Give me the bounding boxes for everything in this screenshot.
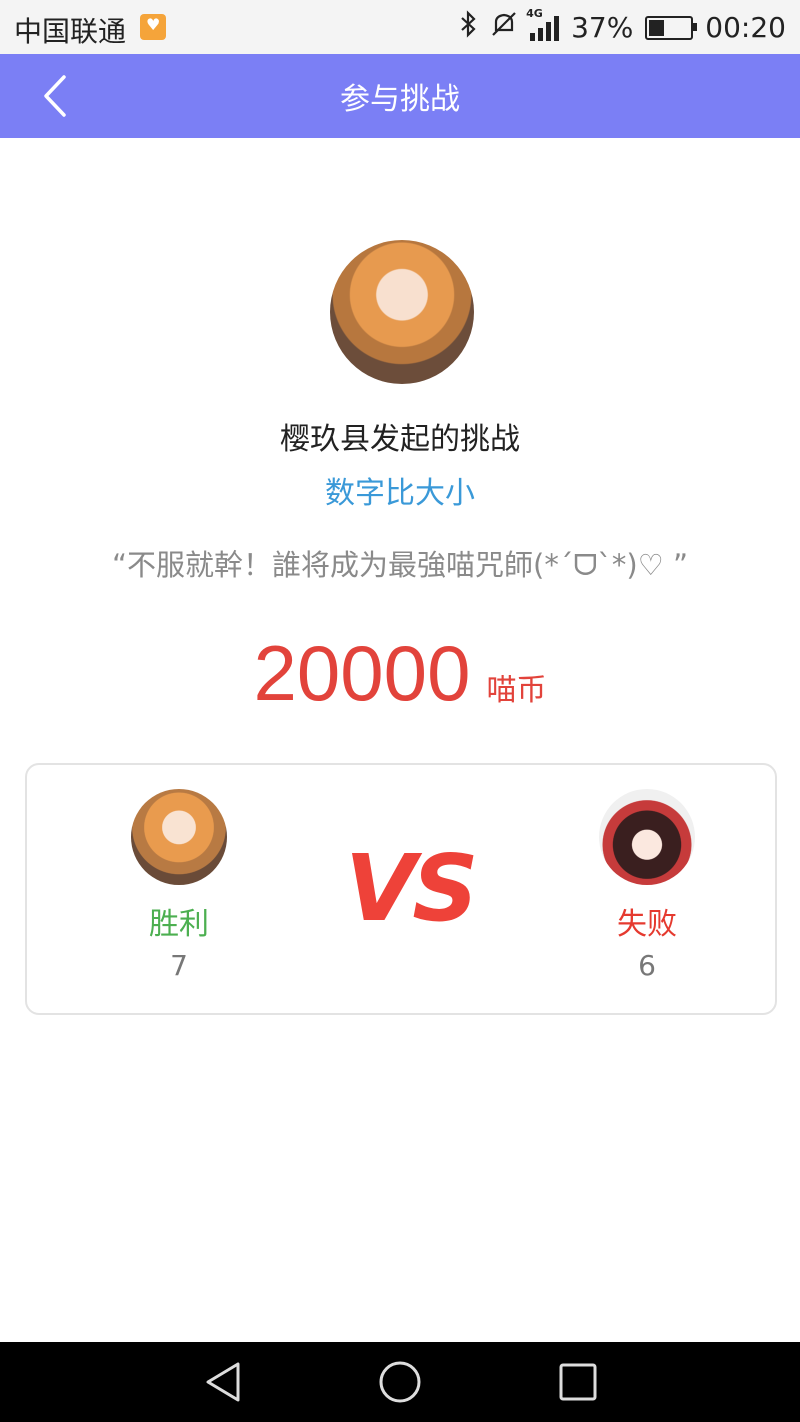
game-type: 数字比大小: [325, 476, 475, 511]
status-bar: 中国联通 4G 37% 00:20: [0, 0, 800, 54]
status-icons: 4G 37% 00:20: [460, 7, 786, 45]
reward-amount: 20000: [253, 629, 471, 717]
challenge-slogan: “不服就幹！誰将成为最強喵咒師(*ˊᗜˋ*)♡ ”: [112, 548, 688, 582]
signal-icon: 4G: [526, 7, 560, 41]
vs-icon: VS: [345, 835, 478, 942]
bluetooth-icon: [460, 10, 478, 45]
system-nav-bar: [0, 1342, 800, 1422]
lose-count: 6: [638, 949, 656, 982]
challenger-avatar[interactable]: [330, 240, 474, 384]
reward: 20000 喵币: [0, 628, 800, 719]
circle-home-icon: [379, 1361, 421, 1403]
nav-back-button[interactable]: [200, 1360, 248, 1404]
left-player-avatar[interactable]: [131, 789, 227, 885]
nav-home-button[interactable]: [376, 1360, 424, 1404]
carrier-name: 中国联通: [14, 15, 127, 48]
battery-icon: [645, 15, 698, 40]
reward-unit: 喵币: [486, 673, 547, 708]
win-label: 胜利: [149, 907, 209, 942]
clock: 00:20: [705, 11, 786, 44]
right-player: 失败 6: [587, 789, 707, 982]
mute-icon: [490, 10, 518, 45]
lose-label: 失败: [617, 907, 677, 942]
triangle-back-icon: [206, 1362, 240, 1402]
page-title: 参与挑战: [340, 82, 460, 117]
right-player-avatar[interactable]: [599, 789, 695, 885]
square-recent-icon: [559, 1363, 597, 1401]
win-count: 7: [170, 949, 188, 982]
versus-card: 胜利 7 VS 失败 6: [25, 763, 777, 1015]
nav-recent-button[interactable]: [554, 1360, 602, 1404]
challenger-text: 樱玖县发起的挑战: [280, 422, 520, 457]
app-header: 参与挑战: [0, 54, 800, 138]
notification-icon: [140, 14, 166, 40]
battery-percent: 37%: [571, 11, 634, 44]
left-player: 胜利 7: [119, 789, 239, 982]
